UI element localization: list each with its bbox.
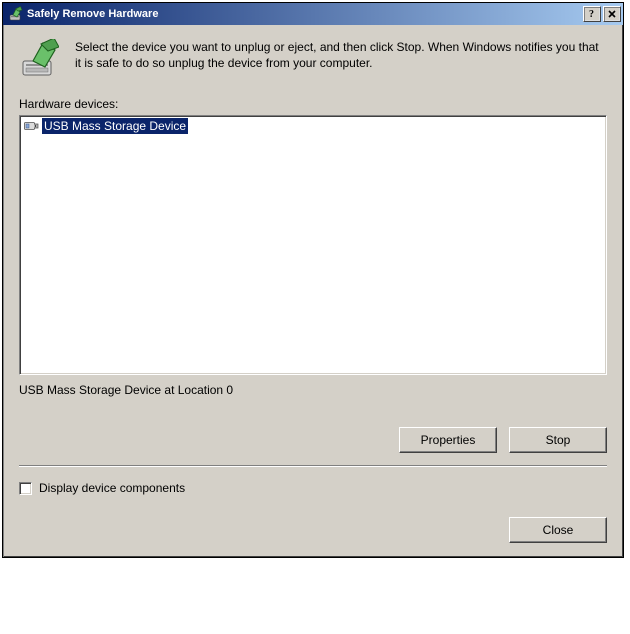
usb-device-icon: [23, 118, 39, 134]
device-list-item[interactable]: USB Mass Storage Device: [21, 117, 605, 135]
device-status-text: USB Mass Storage Device at Location 0: [19, 383, 607, 397]
window-title: Safely Remove Hardware: [27, 8, 581, 20]
display-components-checkbox[interactable]: [19, 482, 32, 495]
instruction-text: Select the device you want to unplug or …: [75, 39, 607, 79]
safely-remove-icon: [19, 39, 59, 79]
properties-button[interactable]: Properties: [399, 427, 497, 453]
separator: [19, 465, 607, 467]
safely-remove-hardware-dialog: Safely Remove Hardware ?: [2, 2, 624, 558]
close-button[interactable]: Close: [509, 517, 607, 543]
close-window-button[interactable]: [603, 6, 621, 22]
title-bar: Safely Remove Hardware ?: [3, 3, 623, 25]
hardware-devices-list[interactable]: USB Mass Storage Device: [19, 115, 607, 375]
stop-button[interactable]: Stop: [509, 427, 607, 453]
device-name-text: USB Mass Storage Device: [42, 118, 188, 134]
hardware-devices-label: Hardware devices:: [19, 97, 607, 111]
display-components-row[interactable]: Display device components: [19, 481, 185, 495]
eject-device-icon: [7, 6, 23, 22]
help-button[interactable]: ?: [583, 6, 601, 22]
svg-text:?: ?: [589, 9, 594, 19]
display-components-label: Display device components: [39, 481, 185, 495]
